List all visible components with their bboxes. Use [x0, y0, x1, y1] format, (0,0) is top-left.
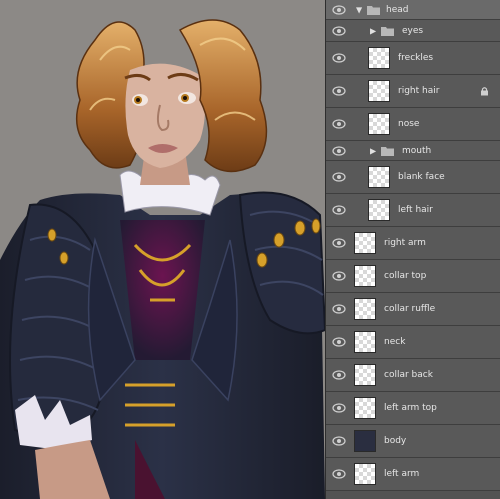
eye-icon[interactable] [332, 271, 346, 281]
layer-thumbnail [354, 364, 376, 386]
layer-label: collar back [384, 370, 433, 380]
eye-icon[interactable] [332, 304, 346, 314]
eye-icon[interactable] [332, 403, 346, 413]
layer-thumbnail [368, 166, 390, 188]
eye-icon[interactable] [332, 4, 346, 15]
layer-neck[interactable]: neck [326, 326, 500, 359]
layer-right-hair[interactable]: right hair [326, 75, 500, 108]
layer-thumbnail [354, 397, 376, 419]
layer-thumbnail [354, 463, 376, 485]
layers-panel: ▼ head ▶ eyes freckles right hair nose ▶… [325, 0, 500, 499]
layer-collar-ruffle[interactable]: collar ruffle [326, 293, 500, 326]
layer-label: freckles [398, 53, 434, 63]
eye-icon[interactable] [332, 238, 346, 248]
layer-label: collar top [384, 271, 427, 281]
layer-label: neck [384, 337, 406, 347]
eye-icon[interactable] [332, 53, 346, 63]
folder-icon [381, 26, 394, 36]
layer-group-head[interactable]: ▼ head [326, 0, 500, 20]
layer-thumbnail [354, 232, 376, 254]
eye-icon[interactable] [332, 119, 346, 129]
layer-label: right arm [384, 238, 426, 248]
eye-icon[interactable] [332, 172, 346, 182]
layer-label: nose [398, 119, 420, 129]
eye-icon[interactable] [332, 337, 346, 347]
layer-label: left arm top [384, 403, 437, 413]
layer-left-arm[interactable]: left arm [326, 458, 500, 491]
layer-label: left arm [384, 469, 420, 479]
layer-thumbnail [368, 199, 390, 221]
layer-label: eyes [402, 25, 424, 36]
layer-thumbnail [368, 47, 390, 69]
photoshop-workspace: ▼ head ▶ eyes freckles right hair nose ▶… [0, 0, 500, 499]
layer-collar-back[interactable]: collar back [326, 359, 500, 392]
lock-icon[interactable] [480, 86, 489, 96]
layer-thumbnail [368, 80, 390, 102]
eye-icon[interactable] [332, 436, 346, 446]
layer-blank-face[interactable]: blank face [326, 161, 500, 194]
layer-group-mouth[interactable]: ▶ mouth [326, 141, 500, 161]
eye-icon[interactable] [332, 86, 346, 96]
eye-icon[interactable] [332, 145, 346, 156]
character-illustration [0, 19, 325, 499]
layer-freckles[interactable]: freckles [326, 42, 500, 75]
eye-icon[interactable] [332, 469, 346, 479]
folder-icon [381, 146, 394, 156]
layer-label: left hair [398, 205, 433, 215]
layer-thumbnail [354, 298, 376, 320]
layer-label: head [386, 4, 409, 15]
layer-label: blank face [398, 172, 445, 182]
eye-icon[interactable] [332, 25, 346, 36]
chevron-down-icon[interactable]: ▼ [356, 5, 362, 14]
layer-label: body [384, 436, 407, 446]
layer-label: collar ruffle [384, 304, 436, 314]
layer-nose[interactable]: nose [326, 108, 500, 141]
document-canvas[interactable] [0, 0, 325, 499]
layer-thumbnail [368, 113, 390, 135]
layer-thumbnail [354, 265, 376, 287]
layer-body[interactable]: body [326, 425, 500, 458]
layer-left-arm-top[interactable]: left arm top [326, 392, 500, 425]
chevron-right-icon[interactable]: ▶ [370, 146, 376, 155]
eye-icon[interactable] [332, 370, 346, 380]
layer-thumbnail [354, 430, 376, 452]
layer-thumbnail [354, 331, 376, 353]
layer-collar-top[interactable]: collar top [326, 260, 500, 293]
layer-label: right hair [398, 86, 440, 96]
folder-icon [367, 5, 380, 15]
layer-group-eyes[interactable]: ▶ eyes [326, 20, 500, 42]
layer-label: mouth [402, 145, 432, 156]
chevron-right-icon[interactable]: ▶ [370, 26, 376, 35]
layer-right-arm[interactable]: right arm [326, 227, 500, 260]
vest [120, 220, 205, 360]
eye-icon[interactable] [332, 205, 346, 215]
layer-left-hair[interactable]: left hair [326, 194, 500, 227]
